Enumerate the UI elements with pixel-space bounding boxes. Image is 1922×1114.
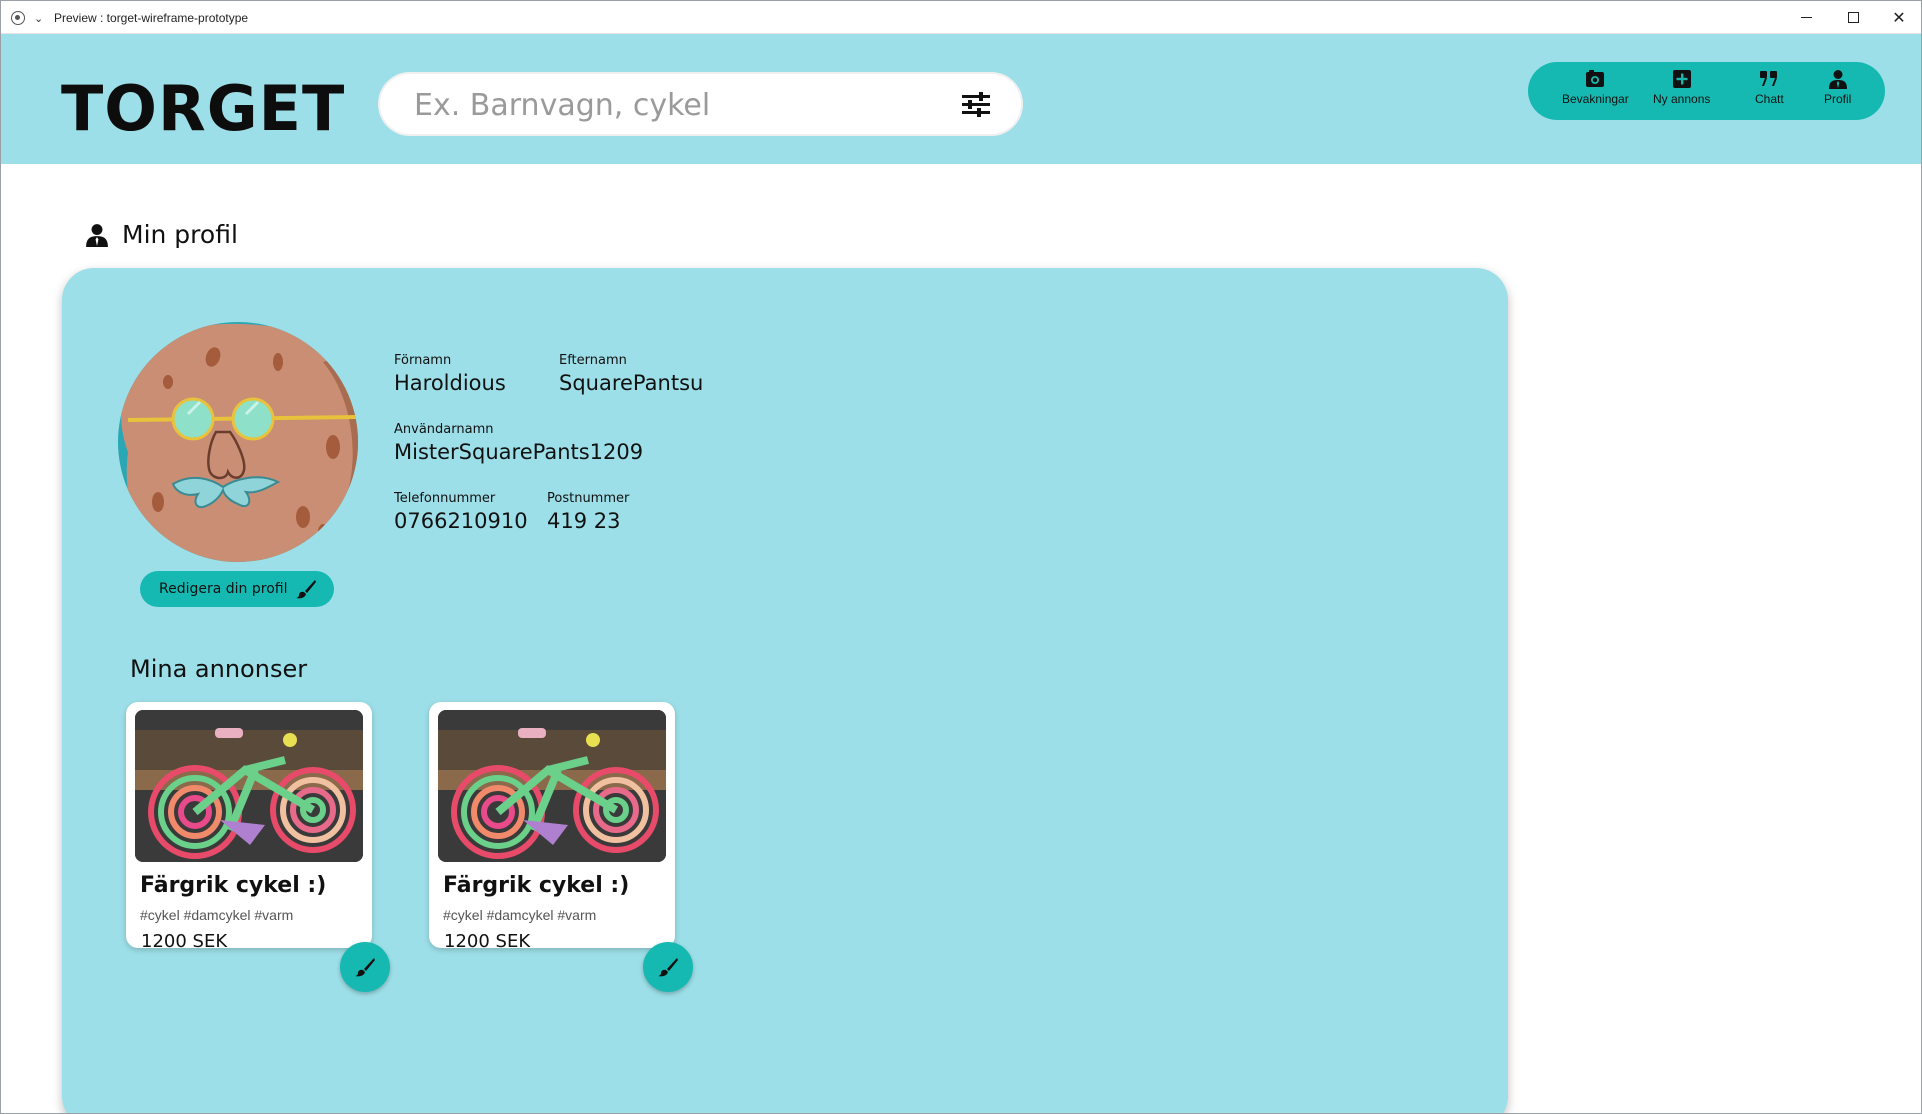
- nav-label: Ny annons: [1653, 92, 1711, 106]
- postal-value: 419 23: [547, 509, 621, 533]
- listing-card[interactable]: Färgrik cykel :) #cykel #damcykel #varm …: [126, 702, 390, 992]
- edit-listing-button[interactable]: [643, 942, 693, 992]
- nav-label: Bevakningar: [1562, 92, 1629, 106]
- brush-icon: [296, 580, 316, 599]
- phone-label: Telefonnummer: [394, 491, 496, 506]
- first-name-value: Haroldious: [394, 371, 506, 395]
- postal-field: Postnummer 419 23: [547, 491, 629, 533]
- nav-label: Chatt: [1755, 92, 1784, 106]
- username-value: MisterSquarePants1209: [394, 440, 644, 464]
- postal-label: Postnummer: [547, 491, 630, 506]
- search-input[interactable]: [414, 84, 934, 126]
- nav-item-chatt[interactable]: Chatt: [1755, 68, 1784, 106]
- brush-icon: [355, 958, 375, 977]
- close-button[interactable]: ✕: [1876, 1, 1921, 34]
- listing-tags: #cykel #damcykel #varm: [443, 907, 597, 923]
- logo[interactable]: TORGET: [61, 72, 345, 145]
- quote-icon: [1758, 68, 1780, 90]
- listing-image: [438, 710, 666, 862]
- minimize-button[interactable]: [1783, 1, 1829, 34]
- username-label: Användarnamn: [394, 422, 494, 437]
- nav-label: Profil: [1824, 92, 1852, 106]
- edit-listing-button[interactable]: [340, 942, 390, 992]
- listing-price: 1200 SEK: [141, 931, 228, 952]
- listing-price: 1200 SEK: [444, 931, 531, 952]
- nav-item-ny-annons[interactable]: Ny annons: [1653, 68, 1710, 106]
- edit-profile-label: Redigera din profil: [159, 581, 288, 597]
- listing-tags: #cykel #damcykel #varm: [140, 907, 294, 923]
- app-menu-icon[interactable]: [11, 11, 25, 25]
- site-header: TORGET Bevakningar: [1, 34, 1921, 164]
- filter-icon[interactable]: [962, 92, 990, 117]
- phone-field: Telefonnummer 0766210910: [394, 491, 528, 533]
- search-bar: [378, 72, 1023, 136]
- camera-icon: [1584, 68, 1606, 90]
- listing-title: Färgrik cykel :): [443, 873, 630, 898]
- profile-panel: Redigera din profil Förnamn Haroldious E…: [62, 268, 1508, 1113]
- listing-image: [135, 710, 363, 862]
- main-nav: Bevakningar Ny annons Chatt Profil: [1528, 62, 1885, 120]
- edit-profile-button[interactable]: Redigera din profil: [140, 571, 334, 607]
- listing-card[interactable]: Färgrik cykel :) #cykel #damcykel #varm …: [429, 702, 693, 992]
- first-name-field: Förnamn Haroldious: [394, 353, 506, 395]
- window-title: Preview : torget-wireframe-prototype: [54, 11, 249, 25]
- phone-value: 0766210910: [394, 509, 528, 533]
- page-title: Min profil: [122, 220, 238, 249]
- user-icon: [86, 223, 108, 247]
- listing-title: Färgrik cykel :): [140, 873, 327, 898]
- title-bar: ⌄ Preview : torget-wireframe-prototype ✕: [1, 1, 1921, 34]
- last-name-label: Efternamn: [559, 353, 627, 368]
- last-name-field: Efternamn SquarePantsu: [559, 353, 703, 395]
- last-name-value: SquarePantsu: [559, 371, 704, 395]
- my-listings-title: Mina annonser: [130, 655, 308, 683]
- user-icon: [1827, 68, 1849, 90]
- maximize-button[interactable]: [1830, 1, 1876, 34]
- chevron-down-icon[interactable]: ⌄: [34, 12, 43, 25]
- plus-square-icon: [1671, 68, 1693, 90]
- brush-icon: [658, 958, 678, 977]
- first-name-label: Förnamn: [394, 353, 452, 368]
- avatar: [118, 322, 358, 562]
- username-field: Användarnamn MisterSquarePants1209: [394, 422, 643, 464]
- nav-item-profil[interactable]: Profil: [1824, 68, 1851, 106]
- nav-item-bevakningar[interactable]: Bevakningar: [1562, 68, 1629, 106]
- app-window: ⌄ Preview : torget-wireframe-prototype ✕…: [0, 0, 1922, 1114]
- page-heading: Min profil: [86, 220, 238, 249]
